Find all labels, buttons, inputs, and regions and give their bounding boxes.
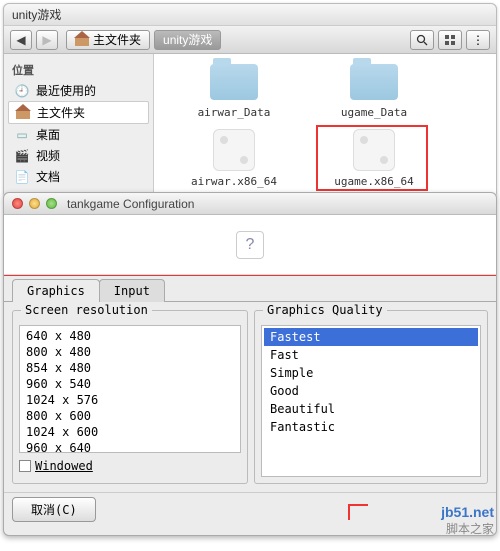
search-button[interactable] — [410, 30, 434, 50]
tabs: Graphics Input — [4, 276, 496, 302]
sidebar-item-video[interactable]: 🎬视频 — [8, 145, 149, 166]
cfg-banner: ? — [4, 215, 496, 275]
res-option[interactable]: 1024 x 576 — [26, 392, 234, 408]
file-airwar-exe[interactable]: airwar.x86_64 — [184, 129, 284, 188]
annotation-box — [348, 504, 368, 520]
sidebar-item-docs[interactable]: 📄文档 — [8, 166, 149, 187]
crumb-home[interactable]: 主文件夹 — [66, 30, 150, 50]
fm-toolbar: ◀ ▶ 主文件夹 unity游戏 ⋮ — [4, 26, 496, 54]
view-grid-button[interactable] — [438, 30, 462, 50]
quality-option[interactable]: Fantastic — [264, 418, 478, 436]
tab-body: Screen resolution 640 x 480 800 x 480 85… — [4, 301, 496, 492]
sidebar-item-desktop[interactable]: ▭桌面 — [8, 124, 149, 145]
folder-ugame-data[interactable]: ugame_Data — [324, 64, 424, 119]
exe-icon — [213, 129, 255, 171]
crumb-home-label: 主文件夹 — [93, 31, 141, 48]
quality-option[interactable]: Fastest — [264, 328, 478, 346]
tab-input[interactable]: Input — [99, 279, 165, 302]
quality-group: Graphics Quality Fastest Fast Simple Goo… — [254, 310, 488, 484]
resolution-list[interactable]: 640 x 480 800 x 480 854 x 480 960 x 540 … — [19, 325, 241, 453]
windowed-row[interactable]: Windowed — [19, 459, 241, 473]
quality-option[interactable]: Fast — [264, 346, 478, 364]
config-dialog: tankgame Configuration ? Graphics Input … — [3, 192, 497, 536]
window-controls — [12, 198, 57, 209]
res-option[interactable]: 1024 x 600 — [26, 424, 234, 440]
cfg-titlebar[interactable]: tankgame Configuration — [4, 193, 496, 215]
app-placeholder-icon: ? — [236, 231, 264, 259]
quality-list[interactable]: Fastest Fast Simple Good Beautiful Fanta… — [261, 325, 481, 477]
file-manager-window: unity游戏 ◀ ▶ 主文件夹 unity游戏 ⋮ 位置 🕘最近使用的 主文件… — [3, 3, 497, 198]
crumb-current-label: unity游戏 — [163, 31, 212, 48]
resolution-group: Screen resolution 640 x 480 800 x 480 85… — [12, 310, 248, 484]
res-option[interactable]: 960 x 640 — [26, 440, 234, 453]
selection-highlight — [316, 125, 428, 191]
cfg-title: tankgame Configuration — [67, 197, 194, 211]
forward-button[interactable]: ▶ — [36, 30, 58, 50]
view-more-button[interactable]: ⋮ — [466, 30, 490, 50]
home-icon — [75, 34, 89, 46]
folder-icon — [350, 64, 398, 100]
fm-titlebar[interactable]: unity游戏 — [4, 4, 496, 26]
windowed-label: Windowed — [35, 459, 93, 473]
res-option[interactable]: 960 x 540 — [26, 376, 234, 392]
close-button[interactable] — [12, 198, 23, 209]
breadcrumb: 主文件夹 unity游戏 — [66, 30, 221, 50]
doc-icon: 📄 — [14, 169, 30, 185]
sidebar-item-recent[interactable]: 🕘最近使用的 — [8, 80, 149, 101]
minimize-button[interactable] — [29, 198, 40, 209]
button-row: 取消(C) — [4, 492, 496, 522]
tab-graphics[interactable]: Graphics — [12, 279, 100, 302]
cancel-button[interactable]: 取消(C) — [12, 497, 96, 522]
folder-icon — [210, 64, 258, 100]
clock-icon: 🕘 — [14, 83, 30, 99]
quality-option[interactable]: Beautiful — [264, 400, 478, 418]
fm-body: 位置 🕘最近使用的 主文件夹 ▭桌面 🎬视频 📄文档 airwar_Data u… — [4, 54, 496, 197]
windowed-checkbox[interactable] — [19, 460, 31, 472]
quality-label: Graphics Quality — [263, 303, 387, 317]
sidebar: 位置 🕘最近使用的 主文件夹 ▭桌面 🎬视频 📄文档 — [4, 54, 154, 197]
home-icon — [15, 105, 31, 121]
quality-option[interactable]: Simple — [264, 364, 478, 382]
quality-option[interactable]: Good — [264, 382, 478, 400]
maximize-button[interactable] — [46, 198, 57, 209]
crumb-current[interactable]: unity游戏 — [154, 30, 221, 50]
resolution-label: Screen resolution — [21, 303, 152, 317]
folder-airwar-data[interactable]: airwar_Data — [184, 64, 284, 119]
res-option[interactable]: 640 x 480 — [26, 328, 234, 344]
fm-title: unity游戏 — [12, 6, 61, 23]
sidebar-item-home[interactable]: 主文件夹 — [8, 101, 149, 124]
res-option[interactable]: 854 x 480 — [26, 360, 234, 376]
video-icon: 🎬 — [14, 148, 30, 164]
back-button[interactable]: ◀ — [10, 30, 32, 50]
sidebar-head: 位置 — [8, 60, 149, 80]
res-option[interactable]: 800 x 480 — [26, 344, 234, 360]
fm-content[interactable]: airwar_Data ugame_Data airwar.x86_64 uga… — [154, 54, 496, 197]
desktop-icon: ▭ — [14, 127, 30, 143]
res-option[interactable]: 800 x 600 — [26, 408, 234, 424]
